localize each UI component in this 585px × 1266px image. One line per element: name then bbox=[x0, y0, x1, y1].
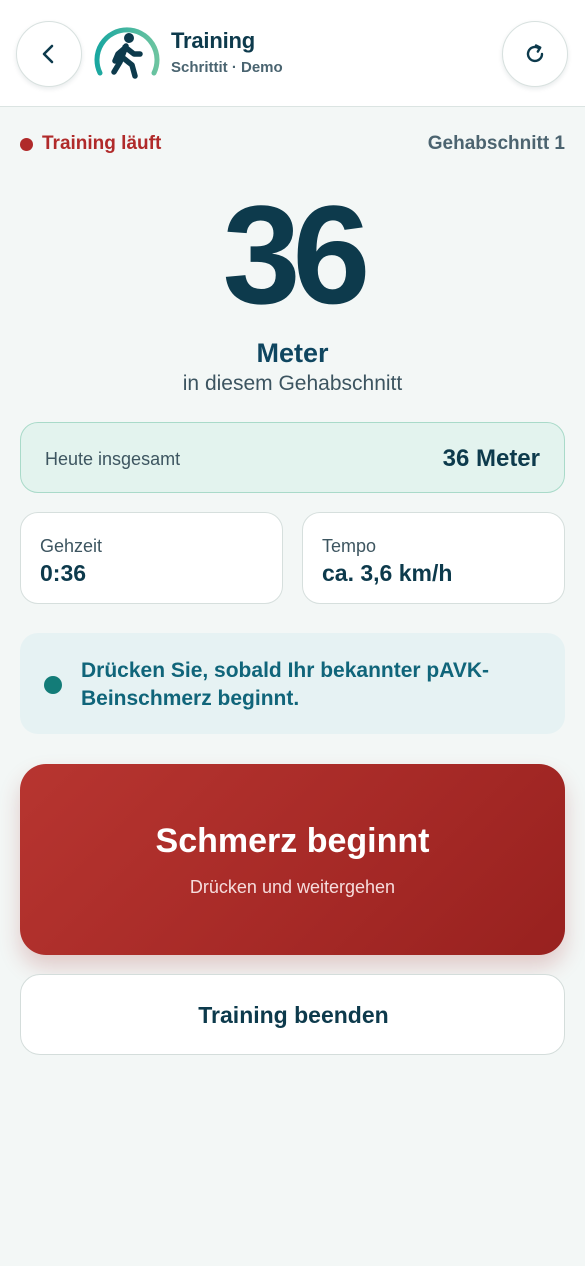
status-indicator-dot bbox=[20, 138, 33, 151]
end-training-label: Training beenden bbox=[198, 1002, 389, 1028]
walking-time-value: 0:36 bbox=[40, 560, 87, 586]
hint-text: Drücken Sie, sobald Ihr bekannter pAVK-B… bbox=[81, 659, 490, 710]
training-status: Training läuft bbox=[42, 133, 162, 154]
app-title: Training bbox=[171, 28, 255, 53]
pain-button-subtitle: Drücken und weitergehen bbox=[189, 877, 396, 897]
back-button[interactable] bbox=[16, 21, 82, 87]
pace-value: ca. 3,6 km/h bbox=[322, 560, 453, 586]
walking-time-label: Gehzeit bbox=[40, 536, 103, 556]
instruction-hint: Drücken Sie, sobald Ihr bekannter pAVK-B… bbox=[20, 633, 565, 734]
app-header: Training Schrittit · Demo bbox=[0, 0, 585, 107]
pace-card: Tempo ca. 3,6 km/h bbox=[302, 512, 565, 604]
pain-button-title: Schmerz beginnt bbox=[155, 822, 430, 860]
walking-person-icon bbox=[94, 27, 160, 79]
segment-label: Gehabschnitt 1 bbox=[427, 133, 565, 154]
chevron-left-icon bbox=[42, 44, 54, 64]
distance-unit: Meter bbox=[256, 338, 329, 368]
end-training-button[interactable]: Training beenden bbox=[20, 974, 565, 1055]
app-subtitle: Schrittit · Demo bbox=[171, 59, 283, 76]
distance-caption: in diesem Gehabschnitt bbox=[182, 372, 403, 395]
hint-dot-icon bbox=[44, 676, 62, 694]
today-total-label: Heute insgesamt bbox=[45, 449, 181, 469]
refresh-button[interactable] bbox=[502, 21, 568, 87]
today-total-value: 36 Meter bbox=[442, 445, 540, 472]
today-total-card: Heute insgesamt 36 Meter bbox=[20, 422, 565, 493]
refresh-icon bbox=[526, 44, 544, 63]
walking-time-card: Gehzeit 0:36 bbox=[20, 512, 283, 604]
pain-starts-button[interactable]: Schmerz beginnt Drücken und weitergehen bbox=[20, 764, 565, 955]
pace-label: Tempo bbox=[322, 536, 377, 556]
distance-value: 36 bbox=[222, 176, 371, 333]
